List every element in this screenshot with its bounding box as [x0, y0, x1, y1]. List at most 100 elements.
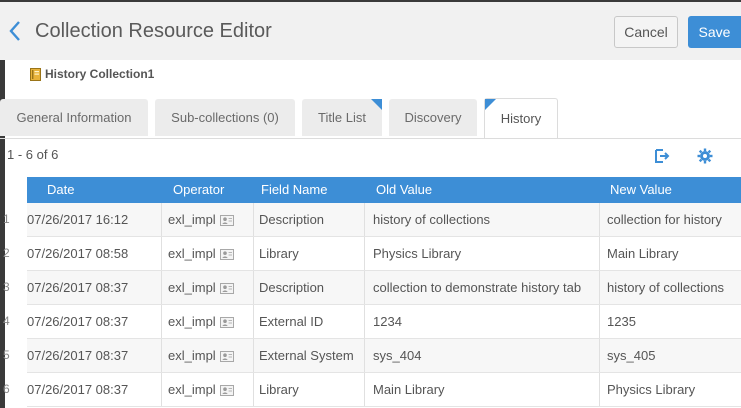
tab-label: Sub-collections (0) — [171, 110, 279, 125]
operator-name: exl_impl — [168, 348, 216, 363]
cell-new-value: collection for history — [607, 212, 722, 227]
table-row[interactable]: 1 07/26/2017 16:12 exl_impl Description … — [3, 203, 741, 237]
tab-corner-marker — [485, 99, 496, 110]
row-number: 5 — [3, 348, 10, 362]
row-number: 3 — [3, 280, 10, 294]
column-header-old-value[interactable]: Old Value — [376, 177, 432, 203]
operator-name: exl_impl — [168, 314, 216, 329]
cell-old-value: 1234 — [373, 314, 402, 329]
column-divider — [253, 271, 254, 304]
column-divider — [161, 373, 162, 406]
tab-label: History — [500, 111, 542, 126]
column-divider — [161, 237, 162, 270]
column-divider — [364, 271, 365, 304]
cell-date: 07/26/2017 08:37 — [27, 280, 129, 295]
operator-name: exl_impl — [168, 382, 216, 397]
user-card-icon[interactable] — [219, 249, 234, 261]
cell-field-name: Description — [259, 212, 325, 227]
operator-name: exl_impl — [168, 246, 216, 261]
cell-new-value: sys_405 — [607, 348, 656, 363]
tab-general-information[interactable]: General Information — [0, 99, 148, 136]
cell-old-value: collection to demonstrate history tab — [373, 280, 582, 295]
page-title: Collection Resource Editor — [35, 20, 272, 42]
column-divider — [161, 339, 162, 372]
cell-field-name: Library — [259, 382, 299, 397]
column-header-operator[interactable]: Operator — [173, 177, 224, 203]
tab-sub-collections[interactable]: Sub-collections (0) — [155, 99, 295, 136]
cell-date: 07/26/2017 16:12 — [27, 212, 129, 227]
column-header-new-value[interactable]: New Value — [610, 177, 672, 203]
gear-icon[interactable] — [696, 147, 714, 165]
tab-discovery[interactable]: Discovery — [389, 99, 477, 136]
cell-operator: exl_impl — [168, 237, 253, 270]
tab-history[interactable]: History — [484, 98, 558, 138]
table-row[interactable]: 5 07/26/2017 08:37 exl_impl External Sys… — [3, 339, 741, 373]
user-card-icon[interactable] — [219, 385, 234, 397]
record-title: History Collection1 — [45, 67, 155, 81]
save-button[interactable]: Save — [688, 16, 741, 48]
cell-field-name: External ID — [259, 314, 324, 329]
tab-label: Discovery — [404, 110, 462, 125]
table-row[interactable]: 3 07/26/2017 08:37 exl_impl Description … — [3, 271, 741, 305]
cell-old-value: Main Library — [373, 382, 445, 397]
column-divider — [599, 203, 600, 236]
operator-name: exl_impl — [168, 280, 216, 295]
column-divider — [364, 203, 365, 236]
column-divider — [364, 373, 365, 406]
cell-field-name: Description — [259, 280, 325, 295]
column-divider — [253, 237, 254, 270]
cell-new-value: Main Library — [607, 246, 679, 261]
column-divider — [253, 339, 254, 372]
row-number: 2 — [3, 246, 10, 260]
column-header-field-name[interactable]: Field Name — [261, 177, 327, 203]
column-divider — [364, 237, 365, 270]
column-divider — [253, 373, 254, 406]
cell-new-value: history of collections — [607, 280, 725, 295]
column-divider — [599, 271, 600, 304]
result-count: 1 - 6 of 6 — [7, 147, 59, 162]
page-header: Collection Resource Editor Cancel Save — [0, 0, 741, 60]
user-card-icon[interactable] — [219, 283, 234, 295]
cancel-button[interactable]: Cancel — [614, 16, 678, 48]
export-icon[interactable] — [652, 147, 670, 165]
history-table: Date Operator Field Name Old Value New V… — [3, 177, 741, 407]
row-number: 4 — [3, 314, 10, 328]
table-row[interactable]: 4 07/26/2017 08:37 exl_impl External ID … — [3, 305, 741, 339]
cell-field-name: Library — [259, 246, 299, 261]
column-divider — [253, 305, 254, 338]
book-icon — [30, 67, 41, 81]
column-header-date[interactable]: Date — [47, 177, 74, 203]
table-row[interactable]: 2 07/26/2017 08:58 exl_impl Library Phys… — [3, 237, 741, 271]
tab-corner-marker — [371, 99, 382, 110]
cell-operator: exl_impl — [168, 271, 253, 304]
cell-operator: exl_impl — [168, 305, 253, 338]
tab-label: Title List — [318, 110, 366, 125]
tab-title-list[interactable]: Title List — [302, 99, 382, 136]
cell-new-value: 1235 — [607, 314, 636, 329]
column-divider — [599, 339, 600, 372]
column-divider — [253, 203, 254, 236]
cell-old-value: sys_404 — [373, 348, 422, 363]
table-row[interactable]: 6 07/26/2017 08:37 exl_impl Library Main… — [3, 373, 741, 407]
cell-old-value: Physics Library — [373, 246, 462, 261]
cell-operator: exl_impl — [168, 373, 253, 406]
record-heading: History Collection1 — [30, 66, 154, 82]
column-divider — [161, 203, 162, 236]
row-number: 6 — [3, 382, 10, 396]
chevron-left-icon[interactable] — [6, 19, 24, 43]
cell-date: 07/26/2017 08:37 — [27, 348, 129, 363]
column-divider — [364, 339, 365, 372]
cell-operator: exl_impl — [168, 203, 253, 236]
row-number: 1 — [3, 212, 10, 226]
editor-window: Collection Resource Editor Cancel Save H… — [0, 0, 741, 408]
user-card-icon[interactable] — [219, 317, 234, 329]
column-divider — [599, 305, 600, 338]
column-divider — [364, 305, 365, 338]
user-card-icon[interactable] — [219, 351, 234, 363]
cell-date: 07/26/2017 08:37 — [27, 314, 129, 329]
cell-operator: exl_impl — [168, 339, 253, 372]
user-card-icon[interactable] — [219, 215, 234, 227]
column-divider — [161, 305, 162, 338]
cell-field-name: External System — [259, 348, 354, 363]
column-divider — [599, 373, 600, 406]
